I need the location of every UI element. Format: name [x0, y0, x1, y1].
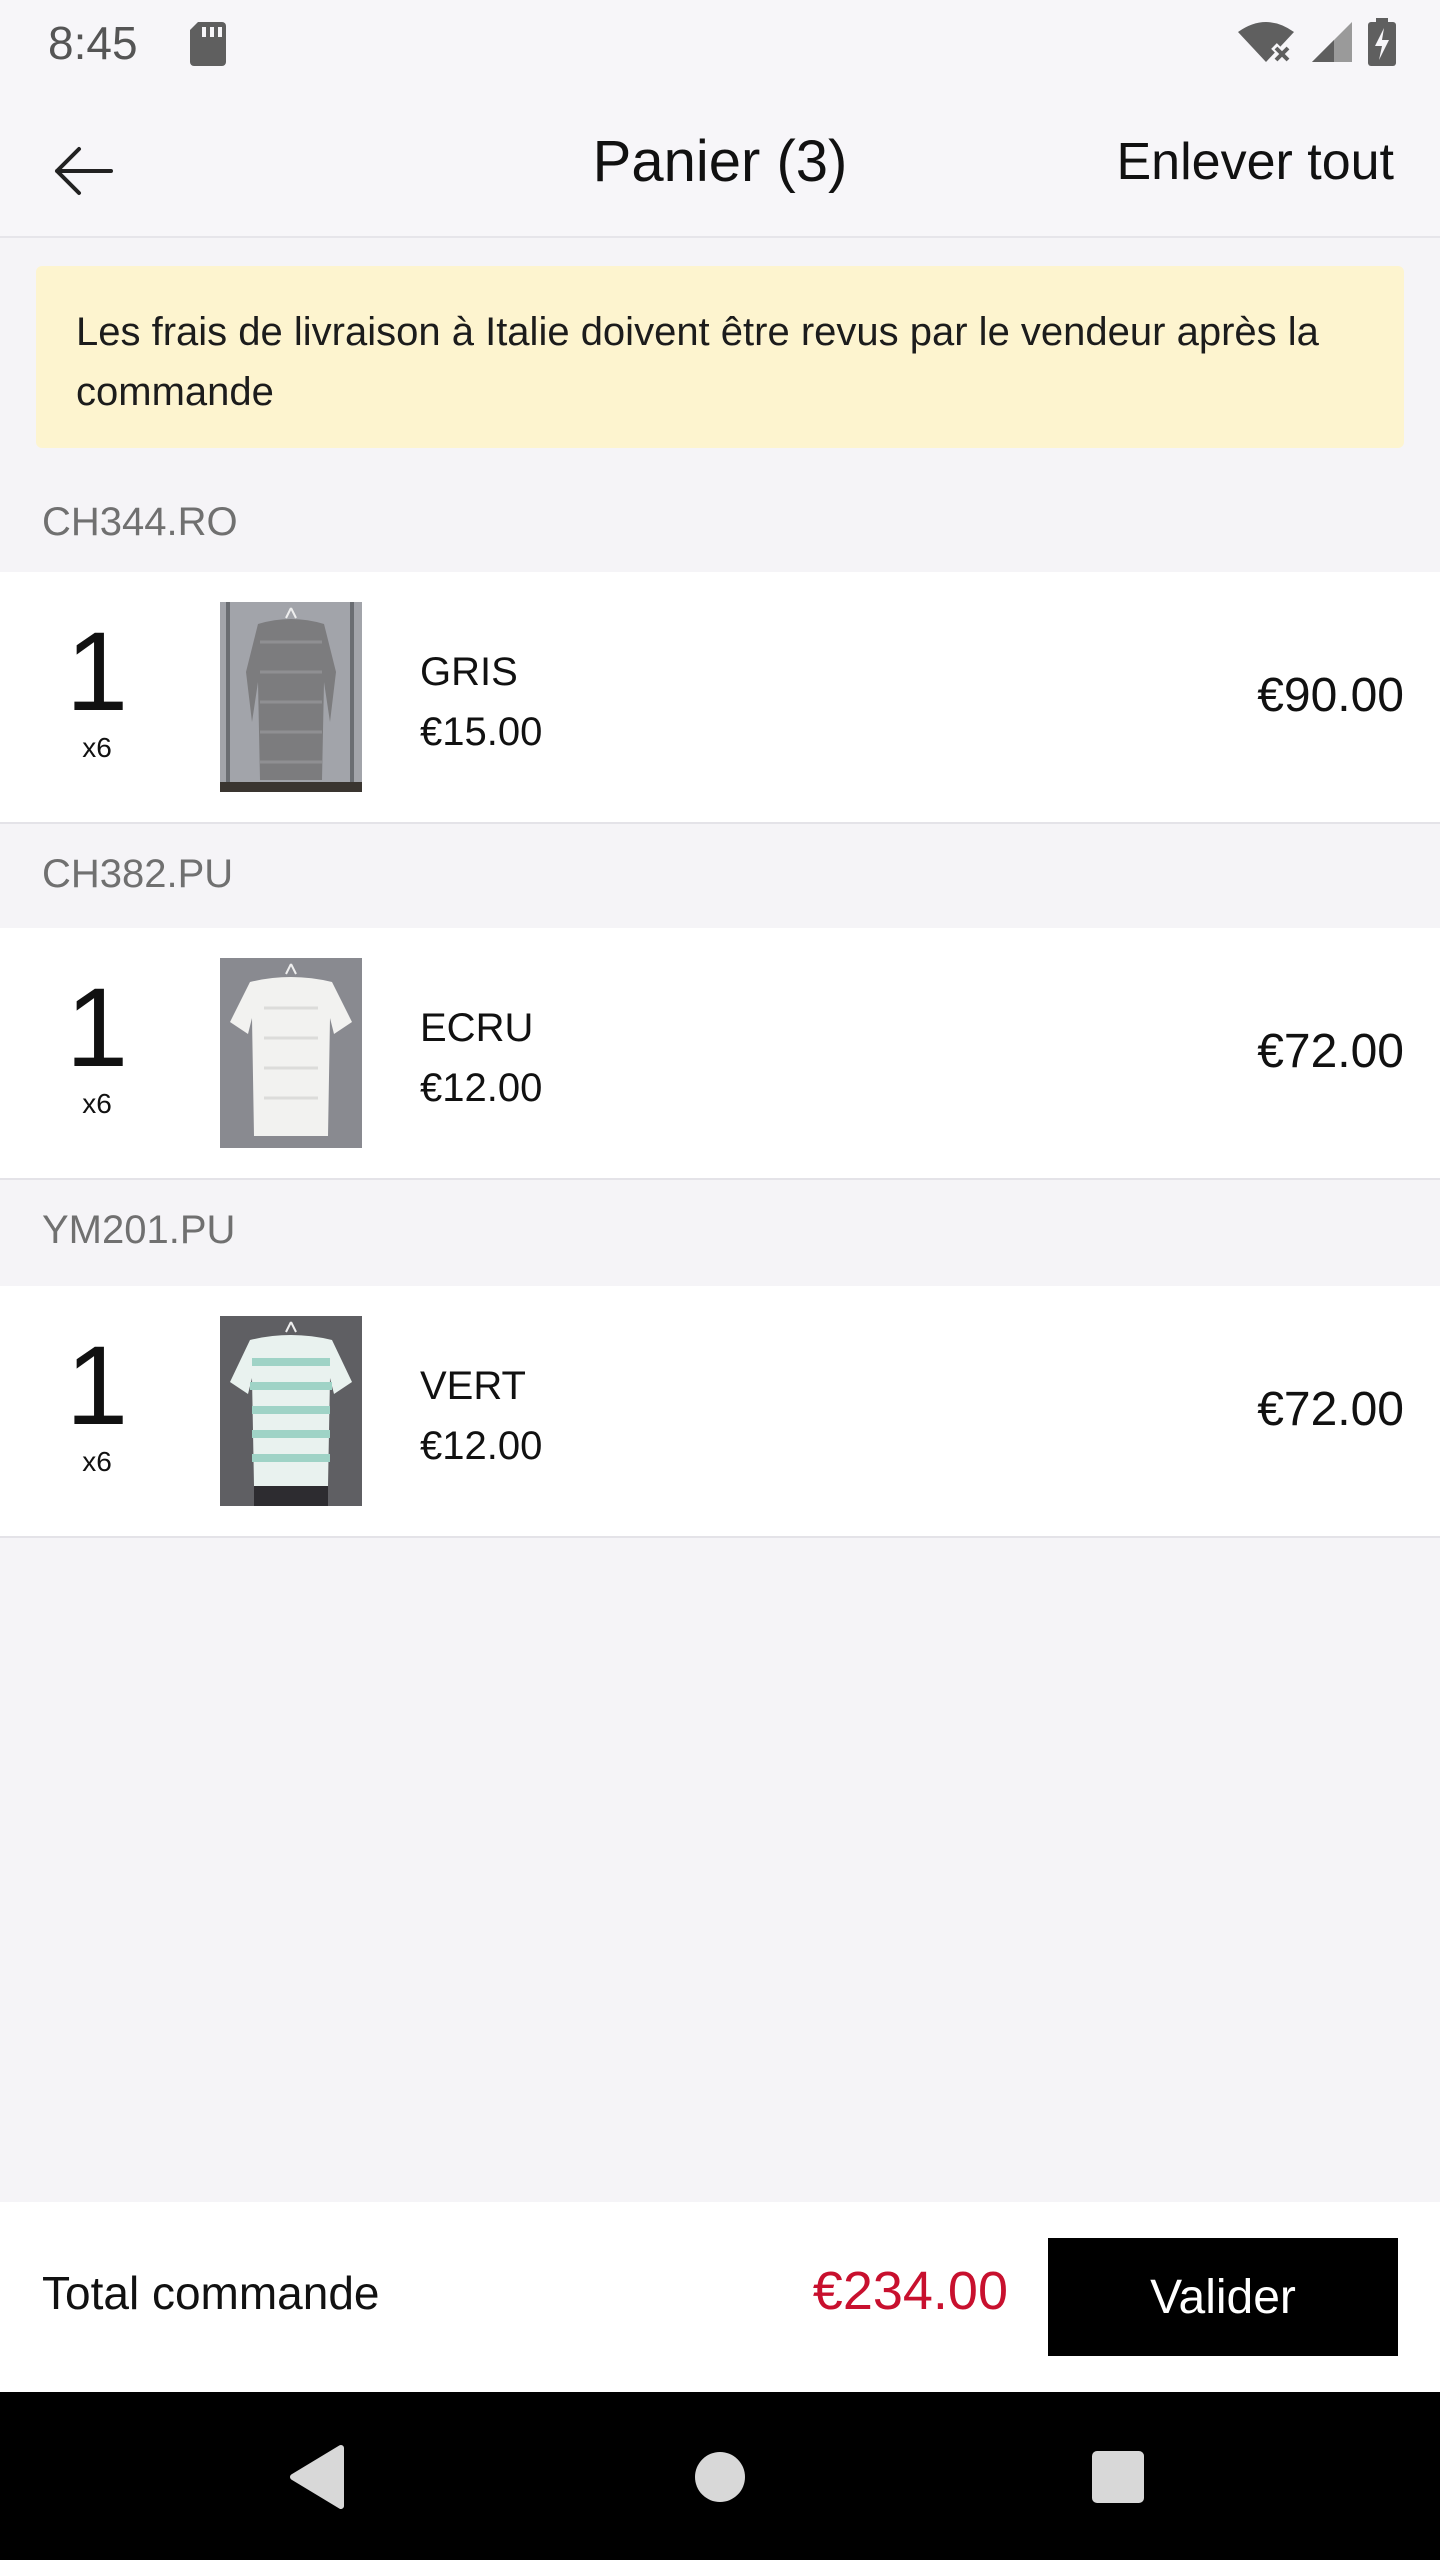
product-reference-header: CH382.PU: [42, 851, 234, 896]
cart-screen: 8:45 Panier (3) Enlever tout Les frais d…: [0, 0, 1440, 2560]
quantity-display[interactable]: 1 x6: [0, 968, 194, 1120]
item-unit-price: €12.00: [420, 1066, 543, 1110]
cart-item-row[interactable]: 1 x6 VERT €12.00 €72.00: [0, 1286, 1440, 1538]
quantity-display[interactable]: 1 x6: [0, 612, 194, 764]
status-time: 8:45: [48, 17, 138, 69]
product-thumbnail[interactable]: [220, 602, 362, 792]
battery-charging-icon: [1368, 18, 1396, 66]
cellular-signal-icon: [1312, 22, 1352, 62]
cart-item-row[interactable]: 1 x6 GRIS €15.00 €90.00: [0, 572, 1440, 824]
status-bar: 8:45: [0, 0, 1440, 90]
app-bar: Panier (3) Enlever tout: [0, 90, 1440, 238]
item-color: VERT: [420, 1364, 526, 1408]
item-info: ECRU €12.00: [420, 998, 542, 1118]
shipping-notice-banner: Les frais de livraison à Italie doivent …: [36, 266, 1404, 448]
item-info: VERT €12.00: [420, 1356, 542, 1476]
item-color: ECRU: [420, 1006, 534, 1050]
sd-card-icon: [190, 22, 226, 66]
item-unit-price: €12.00: [420, 1424, 543, 1468]
wifi-off-icon: [1238, 22, 1294, 64]
item-color: GRIS: [420, 650, 518, 694]
product-reference-header: CH344.RO: [42, 499, 238, 544]
quantity-value: 1: [65, 965, 129, 1090]
product-reference-header: YM201.PU: [42, 1207, 236, 1252]
system-navigation-bar: [0, 2392, 1440, 2560]
pack-multiplier: x6: [82, 1446, 112, 1477]
nav-home-button[interactable]: [675, 2432, 765, 2522]
grey-dress-image: [220, 602, 362, 792]
quantity-value: 1: [65, 609, 129, 734]
remove-all-button[interactable]: Enlever tout: [1117, 132, 1395, 192]
order-total-value: €234.00: [812, 2261, 1008, 2321]
order-total-label: Total commande: [42, 2267, 380, 2319]
triangle-back-icon: [290, 2445, 344, 2509]
square-recents-icon: [1092, 2451, 1144, 2503]
green-striped-top-image: [220, 1316, 362, 1506]
status-icons: [1236, 18, 1396, 66]
item-info: GRIS €15.00: [420, 642, 542, 762]
pack-multiplier: x6: [82, 1088, 112, 1119]
item-total-price: €72.00: [1257, 1383, 1404, 1436]
item-total-price: €72.00: [1257, 1025, 1404, 1078]
white-top-image: [220, 958, 362, 1148]
nav-recents-button[interactable]: [1073, 2432, 1163, 2522]
order-total-bar: Total commande €234.00 Valider: [0, 2202, 1440, 2392]
cart-item-row[interactable]: 1 x6 ECRU €12.00 €72.00: [0, 928, 1440, 1180]
product-thumbnail[interactable]: [220, 958, 362, 1148]
validate-button[interactable]: Valider: [1048, 2238, 1398, 2356]
item-unit-price: €15.00: [420, 710, 543, 754]
quantity-display[interactable]: 1 x6: [0, 1326, 194, 1478]
nav-back-button[interactable]: [272, 2432, 362, 2522]
quantity-value: 1: [65, 1323, 129, 1448]
pack-multiplier: x6: [82, 732, 112, 763]
circle-home-icon: [695, 2452, 745, 2502]
product-thumbnail[interactable]: [220, 1316, 362, 1506]
item-total-price: €90.00: [1257, 669, 1404, 722]
